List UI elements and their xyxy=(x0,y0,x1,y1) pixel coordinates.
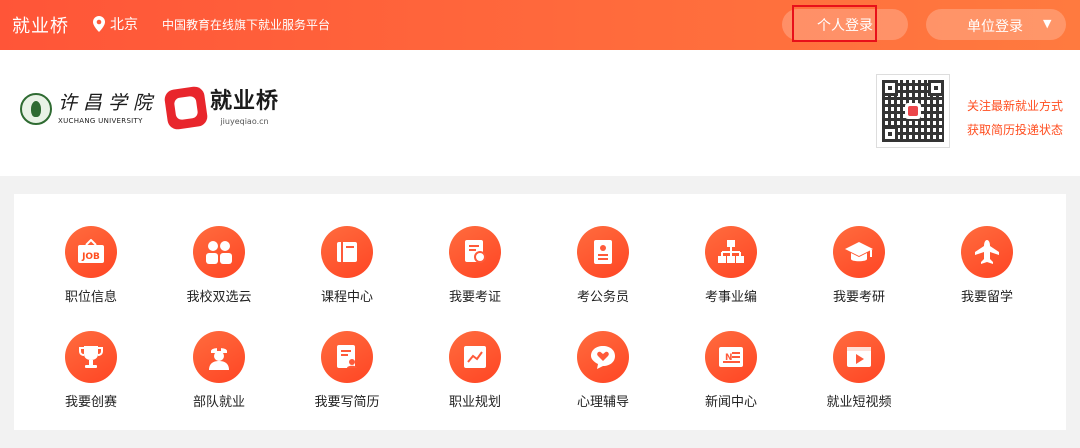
people-icon xyxy=(193,226,245,278)
service-write-resume[interactable]: 我要写简历 xyxy=(292,331,402,411)
qr-code xyxy=(876,74,950,148)
header: 许昌学院 XUCHANG UNIVERSITY 就业桥 jiuyeqiao.cn… xyxy=(0,50,1080,176)
service-civil-servant[interactable]: 考公务员 xyxy=(548,226,658,306)
video-icon xyxy=(833,331,885,383)
airplane-icon xyxy=(961,226,1013,278)
qr-logo-icon xyxy=(905,103,921,119)
soldier-icon xyxy=(193,331,245,383)
id-card-icon xyxy=(577,226,629,278)
services-card: JOB 职位信息 我校双选云 课程中心 我要考证 考公务员 考事业编 我要考研 … xyxy=(14,194,1066,430)
location-selector[interactable]: 北京 xyxy=(93,14,138,34)
service-short-video[interactable]: 就业短视频 xyxy=(804,331,914,411)
service-competition[interactable]: 我要创赛 xyxy=(36,331,146,411)
location-label: 北京 xyxy=(110,17,138,33)
service-study-abroad[interactable]: 我要留学 xyxy=(932,226,1042,306)
jiuyeqiao-name: 就业桥 xyxy=(210,89,280,114)
job-board-icon: JOB xyxy=(65,226,117,278)
trophy-icon xyxy=(65,331,117,383)
personal-login-label: 个人登录 xyxy=(817,17,873,34)
location-pin-icon xyxy=(93,16,105,32)
service-label: 职业规划 xyxy=(448,395,501,410)
caret-down-icon: ▼ xyxy=(1043,17,1052,30)
service-double-selection[interactable]: 我校双选云 xyxy=(164,226,274,306)
service-job-info[interactable]: JOB 职位信息 xyxy=(36,226,146,306)
brand-name[interactable]: 就业桥 xyxy=(12,12,69,38)
top-bar: 就业桥 北京 中国教育在线旗下就业服务平台 个人登录 单位登录 ▼ xyxy=(0,0,1080,50)
graduation-cap-icon xyxy=(833,226,885,278)
service-label: 课程中心 xyxy=(320,290,373,305)
service-label: 我要考证 xyxy=(448,290,501,305)
personal-login-button[interactable]: 个人登录 xyxy=(782,5,908,42)
service-military-employment[interactable]: 部队就业 xyxy=(164,331,274,411)
follow-line-1: 关注最新就业方式 xyxy=(967,99,1064,113)
jiuyeqiao-url: jiuyeqiao.cn xyxy=(220,117,269,126)
service-course-center[interactable]: 课程中心 xyxy=(292,226,402,306)
service-label: 我要考研 xyxy=(832,290,885,305)
service-label: 新闻中心 xyxy=(704,395,757,410)
jiuyeqiao-mark-icon xyxy=(163,85,209,131)
follow-text: 关注最新就业方式 获取简历投递状态 xyxy=(967,94,1063,142)
service-label: 职位信息 xyxy=(64,290,117,305)
service-label: 就业短视频 xyxy=(826,395,892,410)
service-label: 我校双选云 xyxy=(186,290,252,305)
service-label: 考公务员 xyxy=(576,290,629,305)
unit-login-button[interactable]: 单位登录 ▼ xyxy=(926,9,1066,40)
org-chart-icon xyxy=(705,226,757,278)
xuchang-name-en: XUCHANG UNIVERSITY xyxy=(58,117,143,125)
svg-text:JOB: JOB xyxy=(81,252,100,262)
service-label: 我要创赛 xyxy=(64,395,117,410)
service-counseling[interactable]: 心理辅导 xyxy=(548,331,658,411)
chart-icon xyxy=(449,331,501,383)
service-postgraduate[interactable]: 我要考研 xyxy=(804,226,914,306)
jiuyeqiao-logo[interactable]: 就业桥 jiuyeqiao.cn xyxy=(163,85,280,131)
certificate-icon xyxy=(449,226,501,278)
book-icon xyxy=(321,226,373,278)
service-certification[interactable]: 我要考证 xyxy=(420,226,530,306)
xuchang-seal-icon xyxy=(20,92,52,125)
xuchang-name-cn: 许昌学院 xyxy=(58,92,159,114)
service-label: 部队就业 xyxy=(192,395,245,410)
xuchang-university-logo[interactable]: 许昌学院 XUCHANG UNIVERSITY xyxy=(20,92,158,125)
newspaper-icon: N xyxy=(705,331,757,383)
service-label: 我要留学 xyxy=(960,290,1013,305)
service-career-planning[interactable]: 职业规划 xyxy=(420,331,530,411)
follow-line-2: 获取简历投递状态 xyxy=(967,123,1064,137)
service-news-center[interactable]: N 新闻中心 xyxy=(676,331,786,411)
tagline: 中国教育在线旗下就业服务平台 xyxy=(162,18,331,32)
service-public-institution[interactable]: 考事业编 xyxy=(676,226,786,306)
heart-chat-icon xyxy=(577,331,629,383)
service-label: 考事业编 xyxy=(704,290,757,305)
service-label: 我要写简历 xyxy=(314,395,380,410)
unit-login-label: 单位登录 xyxy=(967,19,1023,35)
service-label: 心理辅导 xyxy=(576,395,629,410)
resume-icon xyxy=(321,331,373,383)
